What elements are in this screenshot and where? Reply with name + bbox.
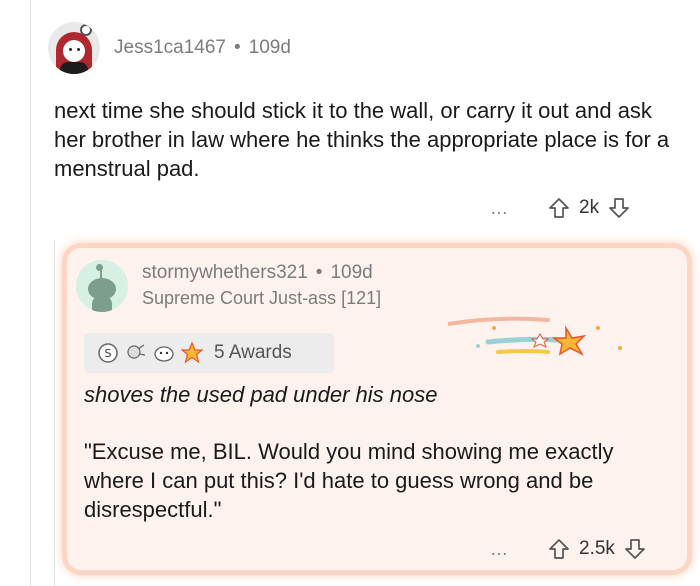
- reply-meta: stormywhethers321 • 109d Supreme Court J…: [142, 260, 381, 309]
- reply-actions: … 2.5k: [490, 537, 647, 561]
- downvote-icon[interactable]: [607, 196, 631, 220]
- reply-header: stormywhethers321 • 109d Supreme Court J…: [76, 260, 381, 312]
- vote-group: 2.5k: [547, 537, 647, 561]
- upvote-icon[interactable]: [547, 537, 571, 561]
- user-flair: Supreme Court Just-ass [121]: [142, 288, 382, 308]
- nested-thread-line: [54, 240, 55, 586]
- comment-actions: … 2k: [490, 196, 631, 220]
- separator-dot: •: [315, 262, 323, 283]
- award-icon: S: [98, 343, 118, 363]
- comment-meta: Jess1ca1467 • 109d: [114, 37, 291, 59]
- separator-dot: •: [233, 37, 241, 58]
- svg-text:S: S: [105, 347, 112, 360]
- user-avatar[interactable]: [76, 260, 128, 312]
- vote-score: 2.5k: [579, 538, 615, 559]
- user-avatar[interactable]: [48, 22, 100, 74]
- comment-age: 109d: [330, 262, 373, 283]
- more-icon[interactable]: …: [490, 539, 509, 560]
- upvote-icon[interactable]: [547, 196, 571, 220]
- username[interactable]: Jess1ca1467: [114, 37, 226, 59]
- reply-body-italic: shoves the used pad under his nose: [84, 382, 438, 407]
- awards-bar[interactable]: S 5 Awards: [84, 333, 334, 373]
- vote-score: 2k: [579, 197, 600, 218]
- username[interactable]: stormywhethers321: [142, 262, 308, 284]
- comment-age: 109d: [248, 37, 291, 58]
- reply-body-quote: "Excuse me, BIL. Would you mind showing …: [84, 439, 614, 522]
- awards-count: 5 Awards: [214, 342, 292, 363]
- award-icon: [154, 346, 174, 362]
- comment-body: next time she should stick it to the wal…: [54, 98, 670, 181]
- vote-group: 2k: [547, 196, 631, 220]
- award-sparkle-decoration: [448, 316, 622, 356]
- award-icon: [127, 344, 146, 359]
- parent-comment-header: Jess1ca1467 • 109d: [48, 22, 291, 74]
- thread-line: [30, 0, 31, 586]
- more-icon[interactable]: …: [490, 198, 509, 219]
- award-icon: [180, 341, 204, 364]
- downvote-icon[interactable]: [623, 537, 647, 561]
